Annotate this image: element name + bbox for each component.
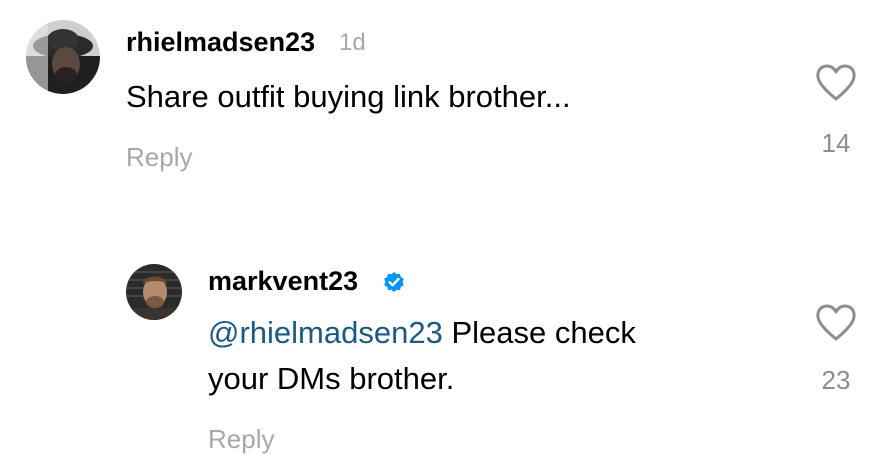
reply-username[interactable]: markvent23 xyxy=(208,265,358,297)
reply-text: @rhielmadsen23 Please check your DMs bro… xyxy=(208,310,636,402)
reply-comment: markvent23 @rhielmadsen23 Please check y… xyxy=(0,250,885,476)
reply-text-line2: your DMs brother. xyxy=(208,361,455,396)
heart-outline-icon[interactable] xyxy=(815,304,857,342)
like-count: 23 xyxy=(821,365,851,395)
reply-text-part: Please check xyxy=(442,315,636,350)
avatar[interactable] xyxy=(26,20,100,94)
mention-link[interactable]: @rhielmadsen23 xyxy=(208,315,443,350)
like-count: 14 xyxy=(821,128,851,158)
reply-button[interactable]: Reply xyxy=(208,423,274,455)
comment-timestamp: 1d xyxy=(339,29,366,56)
comment: rhielmadsen23 1d Share outfit buying lin… xyxy=(0,0,885,200)
heart-outline-icon[interactable] xyxy=(815,64,857,102)
reply-button[interactable]: Reply xyxy=(126,141,192,173)
comment-username[interactable]: rhielmadsen23 xyxy=(126,26,315,58)
verified-badge-icon xyxy=(384,272,404,292)
reply-text-line1: @rhielmadsen23 Please check xyxy=(208,310,636,356)
avatar[interactable] xyxy=(126,264,182,320)
comment-text: Share outfit buying link brother... xyxy=(126,79,571,114)
